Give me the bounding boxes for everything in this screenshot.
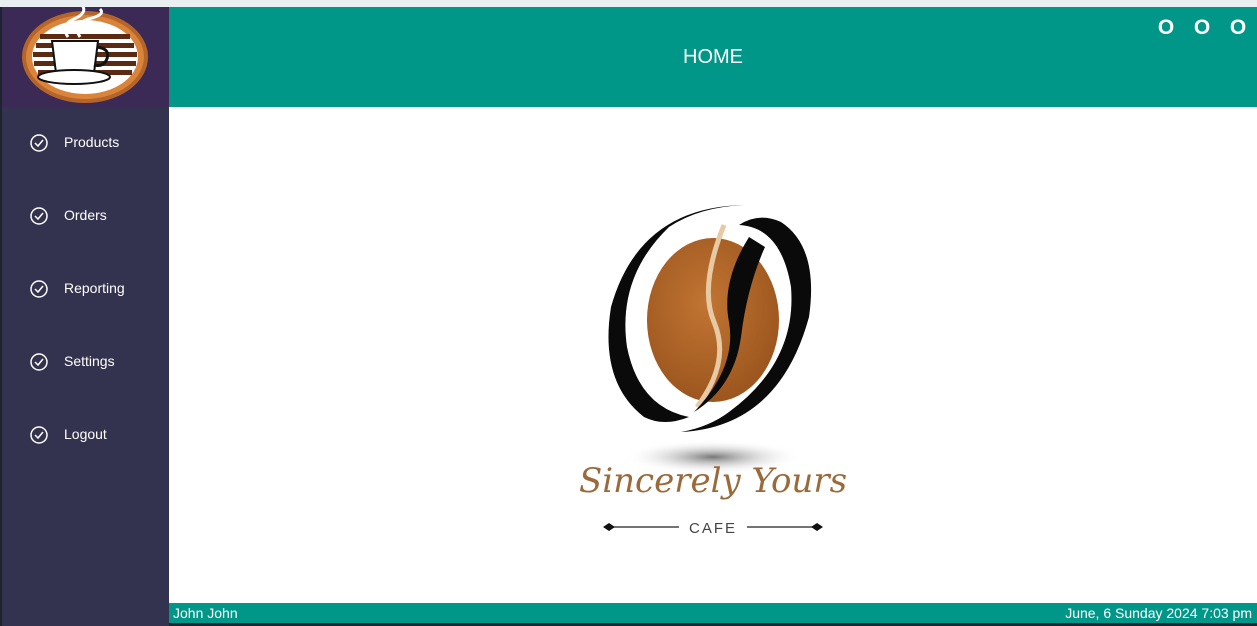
check-circle-icon (30, 280, 48, 298)
check-circle-icon (30, 426, 48, 444)
maximize-button[interactable]: O (1191, 17, 1213, 39)
main-content: Sincerely Yours CAFE (169, 107, 1257, 603)
sidebar-item-label: Products (64, 134, 120, 150)
check-circle-icon (30, 207, 48, 225)
sidebar-item-reporting[interactable]: Reporting (2, 269, 169, 309)
status-bar: John John June, 6 Sunday 2024 7:03 pm (169, 603, 1257, 623)
sidebar-item-label: Reporting (64, 280, 125, 296)
brand-subtitle: CAFE (689, 520, 737, 537)
coffee-bean-icon (608, 205, 812, 474)
sidebar-item-label: Settings (64, 353, 115, 369)
coffee-cup-logo-icon (22, 4, 148, 103)
brand-script-text: Sincerely Yours (579, 461, 847, 501)
window-top-strip (0, 0, 1257, 7)
check-circle-icon (30, 353, 48, 371)
sidebar-item-products[interactable]: Products (2, 123, 169, 163)
cafe-brand-logo: Sincerely Yours CAFE (579, 205, 847, 537)
minimize-button[interactable]: O (1155, 17, 1177, 39)
sidebar-item-label: Orders (64, 207, 107, 223)
sidebar-item-settings[interactable]: Settings (2, 342, 169, 382)
close-button[interactable]: O (1227, 17, 1249, 39)
check-circle-icon (30, 134, 48, 152)
sidebar: Products Orders Reporting Settings Logou… (2, 4, 169, 626)
datetime-label: June, 6 Sunday 2024 7:03 pm (1065, 605, 1252, 621)
sidebar-item-logout[interactable]: Logout (2, 415, 169, 455)
app-logo (2, 4, 169, 107)
sidebar-item-label: Logout (64, 426, 107, 442)
current-user-label: John John (173, 605, 238, 621)
sidebar-item-orders[interactable]: Orders (2, 196, 169, 236)
header-bar: HOME O O O (169, 7, 1257, 107)
page-title: HOME (683, 46, 743, 68)
